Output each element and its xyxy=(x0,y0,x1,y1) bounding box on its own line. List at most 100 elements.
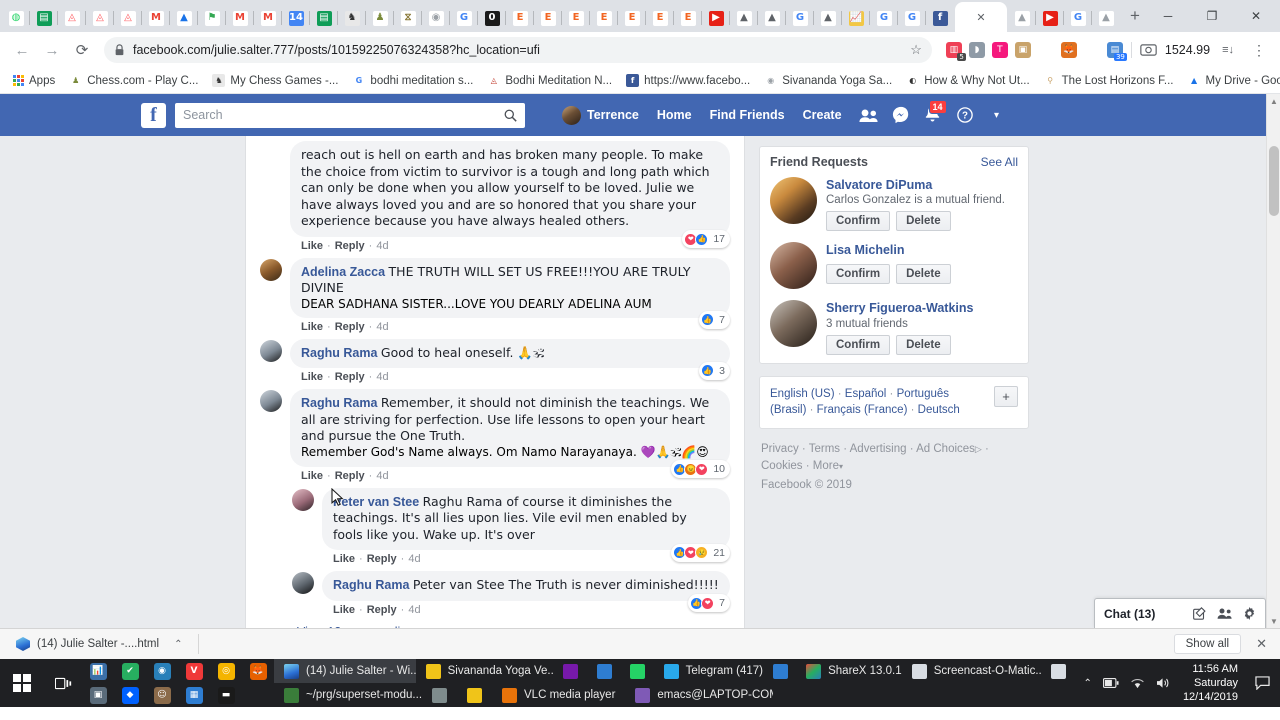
avatar[interactable] xyxy=(770,242,817,290)
delete-button[interactable]: Delete xyxy=(896,334,951,355)
tab-maps[interactable]: ⚑ xyxy=(198,4,226,32)
delete-button[interactable]: Delete xyxy=(896,211,951,232)
language-link[interactable]: Español xyxy=(845,388,887,400)
avatar[interactable] xyxy=(770,300,817,348)
avatar[interactable] xyxy=(292,488,314,511)
like-button[interactable]: Like xyxy=(301,321,323,333)
tab-airbnb-2[interactable]: ◬ xyxy=(86,4,114,32)
chat-bar[interactable]: Chat (13) xyxy=(1094,598,1266,628)
reply-button[interactable]: Reply xyxy=(335,240,365,252)
comment-author[interactable]: Adelina Zacca xyxy=(301,265,389,279)
tab-airbnb-1[interactable]: ◬ xyxy=(58,4,86,32)
forward-button[interactable]: → xyxy=(38,36,66,64)
add-language-button[interactable]: + xyxy=(994,385,1018,407)
comment-author[interactable]: Raghu Rama xyxy=(333,578,413,592)
tab-hourglass[interactable]: ⧖ xyxy=(394,4,422,32)
avatar[interactable] xyxy=(260,339,282,362)
ext-tunnelbear[interactable]: T xyxy=(991,42,1008,58)
address-bar[interactable]: facebook.com/julie.salter.777/posts/1015… xyxy=(104,37,932,63)
bookmark-bodhi-meditation-s[interactable]: Gbodhi meditation s... xyxy=(345,72,480,89)
ext-fox[interactable]: 🦊 xyxy=(1060,42,1077,58)
taskbar-window-superset[interactable]: ~/prg/superset-modu... xyxy=(274,683,422,707)
tab-zoho[interactable]: 0 xyxy=(478,4,506,32)
reaction-summary[interactable]: 👍 ❤ 7 xyxy=(688,594,730,612)
nav-profile[interactable]: Terrence xyxy=(553,101,648,130)
ext-qrcode[interactable]: ▦ xyxy=(1037,42,1054,58)
tab-drive-4[interactable]: ▲ xyxy=(814,4,842,32)
tab-drive-2[interactable]: ▲ xyxy=(730,4,758,32)
footer-link[interactable]: Advertising xyxy=(850,443,907,455)
back-button[interactable]: ← xyxy=(8,36,36,64)
bookmark-lost-horizons[interactable]: ⚲ The Lost Horizons F... xyxy=(1037,72,1181,89)
like-button[interactable]: Like xyxy=(333,604,355,616)
bookmark-chess-com[interactable]: ♟ Chess.com - Play C... xyxy=(62,72,205,89)
view-more-replies-link[interactable]: View 12 more replies xyxy=(246,617,744,629)
battery-icon[interactable] xyxy=(1102,678,1119,688)
search-input[interactable] xyxy=(183,108,504,122)
tab-google-5[interactable]: G xyxy=(1064,4,1092,32)
taskbar-window-onenote[interactable] xyxy=(553,659,586,683)
taskbar-window-sivananda[interactable]: Sivananda Yoga Ve... xyxy=(416,659,553,683)
taskbar-icon-dropbox[interactable]: ◆ xyxy=(114,671,146,719)
reaction-summary[interactable]: 👍 😠 ❤ 10 xyxy=(671,460,730,478)
new-tab-button[interactable]: + xyxy=(1124,2,1146,30)
ext-robot[interactable]: ▣ xyxy=(1014,42,1031,58)
facebook-logo[interactable]: f xyxy=(141,102,166,128)
confirm-button[interactable]: Confirm xyxy=(826,334,891,355)
ext-ghostery[interactable]: ◗ xyxy=(968,42,985,58)
like-button[interactable]: Like xyxy=(301,240,323,252)
tab-google-4[interactable]: G xyxy=(898,4,926,32)
tab-evernote-4[interactable]: E xyxy=(590,4,618,32)
taskbar-window-lock[interactable] xyxy=(422,683,457,707)
search-icon[interactable] xyxy=(504,109,517,122)
close-icon[interactable]: ✕ xyxy=(976,11,985,24)
reply-button[interactable]: Reply xyxy=(335,321,365,333)
help-icon[interactable]: ? xyxy=(951,103,979,127)
language-link[interactable]: English (US) xyxy=(770,388,835,400)
ext-pocket[interactable]: ▥ 5 xyxy=(945,42,966,61)
taskbar-clock[interactable]: 11:56 AM Saturday 12/14/2019 xyxy=(1179,662,1248,704)
taskbar-window-blue-app[interactable] xyxy=(587,659,620,683)
see-all-link[interactable]: See All xyxy=(981,155,1018,169)
like-button[interactable]: Like xyxy=(301,371,323,383)
tab-gmail-3[interactable]: M xyxy=(254,4,282,32)
ext-tasks[interactable]: ▤ 39 xyxy=(1106,42,1127,61)
reply-button[interactable]: Reply xyxy=(335,470,365,482)
close-shelf-button[interactable]: ✕ xyxy=(1251,636,1272,652)
taskbar-window-recorder[interactable] xyxy=(1041,659,1074,683)
tab-whatsapp[interactable]: ◍ xyxy=(2,4,30,32)
avatar[interactable] xyxy=(260,258,282,281)
footer-link[interactable]: Ad Choices xyxy=(916,443,975,455)
tab-evernote-5[interactable]: E xyxy=(618,4,646,32)
tab-drive-3[interactable]: ▲ xyxy=(758,4,786,32)
minimize-button[interactable]: ─ xyxy=(1146,0,1190,31)
taskbar-icon-media[interactable]: ▣ xyxy=(82,671,114,719)
compose-icon[interactable] xyxy=(1193,607,1206,620)
nav-create[interactable]: Create xyxy=(794,103,851,127)
avatar[interactable] xyxy=(292,572,314,594)
money-extension-icon[interactable] xyxy=(1140,43,1157,57)
avatar[interactable] xyxy=(260,390,282,412)
browser-menu-button[interactable]: ⋮ xyxy=(1246,42,1272,59)
friend-request-name[interactable]: Salvatore DiPuma xyxy=(826,177,1018,193)
delete-button[interactable]: Delete xyxy=(896,263,951,284)
tab-gmail-2[interactable]: M xyxy=(226,4,254,32)
tab-evernote-2[interactable]: E xyxy=(534,4,562,32)
reading-list-icon[interactable]: ≡↓ xyxy=(1216,44,1240,56)
comment-author[interactable]: Peter van Stee xyxy=(333,495,423,509)
bookmark-how-why[interactable]: ◐ How & Why Not Ut... xyxy=(899,72,1036,89)
wifi-icon[interactable] xyxy=(1130,678,1145,689)
start-button[interactable] xyxy=(0,659,44,707)
friend-request-name[interactable]: Lisa Michelin xyxy=(826,242,1018,258)
nav-find-friends[interactable]: Find Friends xyxy=(701,103,794,127)
bookmark-sivananda[interactable]: ◉ Sivananda Yoga Sa... xyxy=(757,72,899,89)
volume-icon[interactable] xyxy=(1156,677,1170,689)
bookmark-star-icon[interactable]: ☆ xyxy=(910,42,922,58)
taskbar-window-sharex[interactable]: ShareX 13.0.1 xyxy=(796,659,902,683)
tab-calendar[interactable]: 14 xyxy=(282,4,310,32)
like-button[interactable]: Like xyxy=(301,470,323,482)
taskbar-window-vlc[interactable]: VLC media player xyxy=(492,683,625,707)
tab-evernote-7[interactable]: E xyxy=(674,4,702,32)
tab-airbnb-3[interactable]: ◬ xyxy=(114,4,142,32)
tab-globe[interactable]: ◉ xyxy=(422,4,450,32)
